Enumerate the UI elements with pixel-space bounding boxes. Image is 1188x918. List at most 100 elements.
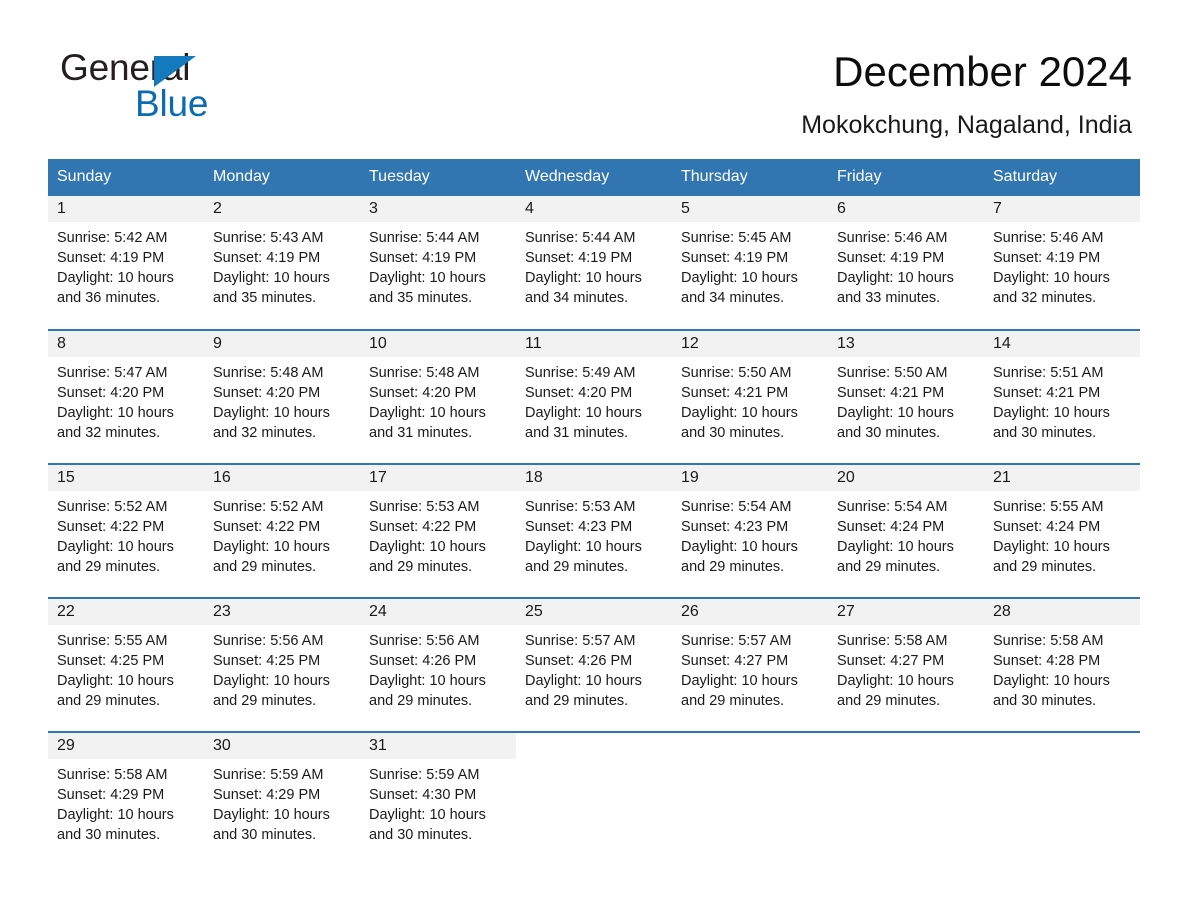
day-cell[interactable]: 24 Sunrise: 5:56 AM Sunset: 4:26 PM Dayl… — [360, 597, 516, 732]
day-cell[interactable]: 8 Sunrise: 5:47 AM Sunset: 4:20 PM Dayli… — [48, 329, 204, 464]
daylight-text-line1: Daylight: 10 hours — [681, 539, 798, 555]
day-details: Sunrise: 5:58 AM Sunset: 4:29 PM Dayligh… — [48, 759, 204, 845]
day-cell[interactable]: 22 Sunrise: 5:55 AM Sunset: 4:25 PM Dayl… — [48, 597, 204, 732]
sunrise-text: Sunrise: 5:43 AM — [213, 230, 324, 246]
day-cell[interactable]: 27 Sunrise: 5:58 AM Sunset: 4:27 PM Dayl… — [828, 597, 984, 732]
daylight-text-line2: and 30 minutes. — [993, 693, 1097, 709]
day-cell[interactable]: 16 Sunrise: 5:52 AM Sunset: 4:22 PM Dayl… — [204, 463, 360, 598]
day-number-band: 12 — [672, 331, 828, 357]
day-cell[interactable]: 25 Sunrise: 5:57 AM Sunset: 4:26 PM Dayl… — [516, 597, 672, 732]
daylight-text-line1: Daylight: 10 hours — [57, 807, 174, 823]
day-cell[interactable]: 26 Sunrise: 5:57 AM Sunset: 4:27 PM Dayl… — [672, 597, 828, 732]
day-cell[interactable]: 14 Sunrise: 5:51 AM Sunset: 4:21 PM Dayl… — [984, 329, 1140, 464]
day-details: Sunrise: 5:46 AM Sunset: 4:19 PM Dayligh… — [984, 222, 1140, 308]
day-cell[interactable]: 4 Sunrise: 5:44 AM Sunset: 4:19 PM Dayli… — [516, 196, 672, 330]
day-details: Sunrise: 5:57 AM Sunset: 4:27 PM Dayligh… — [672, 625, 828, 711]
day-cell[interactable]: 28 Sunrise: 5:58 AM Sunset: 4:28 PM Dayl… — [984, 597, 1140, 732]
day-number-band: 29 — [48, 733, 204, 759]
day-details: Sunrise: 5:48 AM Sunset: 4:20 PM Dayligh… — [360, 357, 516, 443]
weekday-header-saturday: Saturday — [984, 159, 1140, 196]
daylight-text-line1: Daylight: 10 hours — [993, 270, 1110, 286]
daylight-text-line2: and 30 minutes. — [369, 827, 473, 843]
sunset-text: Sunset: 4:20 PM — [213, 385, 321, 401]
daylight-text-line1: Daylight: 10 hours — [213, 270, 330, 286]
sunset-text: Sunset: 4:20 PM — [369, 385, 477, 401]
sunrise-text: Sunrise: 5:52 AM — [57, 499, 168, 515]
day-number: 10 — [369, 335, 387, 352]
day-number-band: 18 — [516, 465, 672, 491]
day-number-band — [984, 733, 1140, 759]
sunrise-text: Sunrise: 5:59 AM — [213, 767, 324, 783]
sunrise-text: Sunrise: 5:52 AM — [213, 499, 324, 515]
day-cell[interactable]: 10 Sunrise: 5:48 AM Sunset: 4:20 PM Dayl… — [360, 329, 516, 464]
daylight-text-line1: Daylight: 10 hours — [993, 405, 1110, 421]
day-cell[interactable]: 12 Sunrise: 5:50 AM Sunset: 4:21 PM Dayl… — [672, 329, 828, 464]
day-number-band — [672, 733, 828, 759]
day-number: 19 — [681, 469, 699, 486]
sunrise-text: Sunrise: 5:55 AM — [993, 499, 1104, 515]
sunset-text: Sunset: 4:21 PM — [837, 385, 945, 401]
day-cell-empty — [672, 731, 828, 866]
weekday-header-tuesday: Tuesday — [360, 159, 516, 196]
day-number: 11 — [525, 335, 542, 352]
day-number-band: 10 — [360, 331, 516, 357]
day-number-band: 22 — [48, 599, 204, 625]
day-cell[interactable]: 5 Sunrise: 5:45 AM Sunset: 4:19 PM Dayli… — [672, 196, 828, 330]
daylight-text-line1: Daylight: 10 hours — [525, 270, 642, 286]
sunrise-text: Sunrise: 5:56 AM — [213, 633, 324, 649]
day-cell[interactable]: 18 Sunrise: 5:53 AM Sunset: 4:23 PM Dayl… — [516, 463, 672, 598]
day-cell[interactable]: 23 Sunrise: 5:56 AM Sunset: 4:25 PM Dayl… — [204, 597, 360, 732]
general-blue-logo[interactable]: General Blue — [56, 44, 316, 124]
sunrise-text: Sunrise: 5:56 AM — [369, 633, 480, 649]
sunset-text: Sunset: 4:19 PM — [525, 250, 633, 266]
sunset-text: Sunset: 4:19 PM — [213, 250, 321, 266]
day-cell[interactable]: 21 Sunrise: 5:55 AM Sunset: 4:24 PM Dayl… — [984, 463, 1140, 598]
day-number-band: 13 — [828, 331, 984, 357]
logo-text-blue: Blue — [135, 83, 209, 124]
sunset-text: Sunset: 4:25 PM — [57, 653, 165, 669]
day-cell[interactable]: 6 Sunrise: 5:46 AM Sunset: 4:19 PM Dayli… — [828, 196, 984, 330]
day-number-band: 14 — [984, 331, 1140, 357]
day-number-band: 3 — [360, 196, 516, 222]
sunset-text: Sunset: 4:20 PM — [525, 385, 633, 401]
day-details: Sunrise: 5:52 AM Sunset: 4:22 PM Dayligh… — [48, 491, 204, 577]
day-cell[interactable]: 7 Sunrise: 5:46 AM Sunset: 4:19 PM Dayli… — [984, 196, 1140, 330]
day-cell[interactable]: 30 Sunrise: 5:59 AM Sunset: 4:29 PM Dayl… — [204, 731, 360, 866]
sunrise-text: Sunrise: 5:46 AM — [993, 230, 1104, 246]
daylight-text-line1: Daylight: 10 hours — [369, 673, 486, 689]
daylight-text-line1: Daylight: 10 hours — [213, 405, 330, 421]
day-cell[interactable]: 2 Sunrise: 5:43 AM Sunset: 4:19 PM Dayli… — [204, 196, 360, 330]
day-number-band: 30 — [204, 733, 360, 759]
daylight-text-line1: Daylight: 10 hours — [681, 673, 798, 689]
daylight-text-line1: Daylight: 10 hours — [837, 673, 954, 689]
day-number: 16 — [213, 469, 231, 486]
day-number: 3 — [369, 200, 378, 217]
sunset-text: Sunset: 4:19 PM — [57, 250, 165, 266]
day-number-band: 15 — [48, 465, 204, 491]
sunrise-text: Sunrise: 5:59 AM — [369, 767, 480, 783]
daylight-text-line1: Daylight: 10 hours — [57, 539, 174, 555]
calendar-table: Sunday Monday Tuesday Wednesday Thursday… — [48, 159, 1140, 866]
sunrise-text: Sunrise: 5:55 AM — [57, 633, 168, 649]
day-cell[interactable]: 29 Sunrise: 5:58 AM Sunset: 4:29 PM Dayl… — [48, 731, 204, 866]
day-cell[interactable]: 15 Sunrise: 5:52 AM Sunset: 4:22 PM Dayl… — [48, 463, 204, 598]
day-cell[interactable]: 17 Sunrise: 5:53 AM Sunset: 4:22 PM Dayl… — [360, 463, 516, 598]
day-cell[interactable]: 31 Sunrise: 5:59 AM Sunset: 4:30 PM Dayl… — [360, 731, 516, 866]
day-number-band: 16 — [204, 465, 360, 491]
daylight-text-line2: and 31 minutes. — [369, 425, 473, 441]
day-cell[interactable]: 20 Sunrise: 5:54 AM Sunset: 4:24 PM Dayl… — [828, 463, 984, 598]
day-number-band: 6 — [828, 196, 984, 222]
day-cell[interactable]: 13 Sunrise: 5:50 AM Sunset: 4:21 PM Dayl… — [828, 329, 984, 464]
day-details: Sunrise: 5:56 AM Sunset: 4:25 PM Dayligh… — [204, 625, 360, 711]
day-cell[interactable]: 3 Sunrise: 5:44 AM Sunset: 4:19 PM Dayli… — [360, 196, 516, 330]
day-details: Sunrise: 5:45 AM Sunset: 4:19 PM Dayligh… — [672, 222, 828, 308]
day-cell[interactable]: 9 Sunrise: 5:48 AM Sunset: 4:20 PM Dayli… — [204, 329, 360, 464]
day-cell[interactable]: 19 Sunrise: 5:54 AM Sunset: 4:23 PM Dayl… — [672, 463, 828, 598]
week-row: 1 Sunrise: 5:42 AM Sunset: 4:19 PM Dayli… — [48, 196, 1140, 330]
sunset-text: Sunset: 4:22 PM — [369, 519, 477, 535]
day-cell[interactable]: 1 Sunrise: 5:42 AM Sunset: 4:19 PM Dayli… — [48, 196, 204, 330]
day-number-band: 23 — [204, 599, 360, 625]
sunset-text: Sunset: 4:19 PM — [837, 250, 945, 266]
day-cell[interactable]: 11 Sunrise: 5:49 AM Sunset: 4:20 PM Dayl… — [516, 329, 672, 464]
sunset-text: Sunset: 4:21 PM — [993, 385, 1101, 401]
